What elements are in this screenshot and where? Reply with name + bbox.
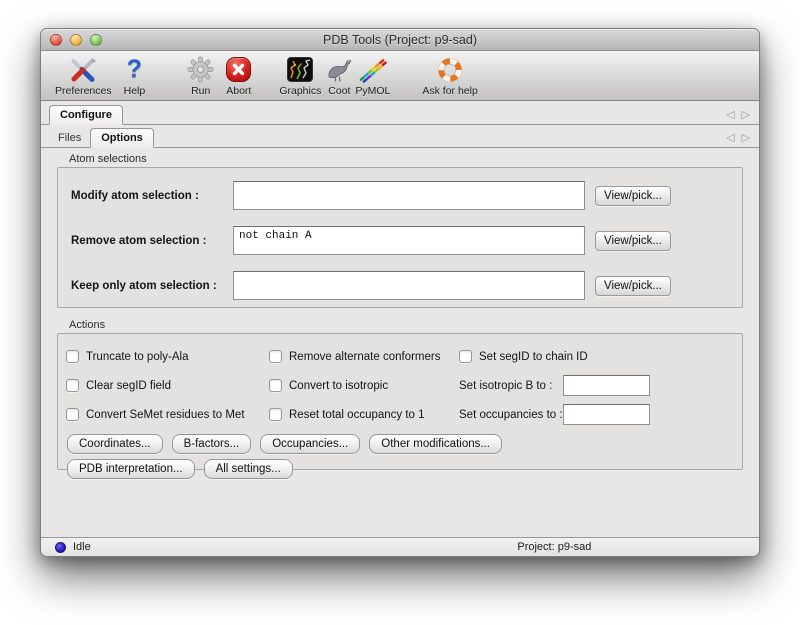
checkbox-icon[interactable] [66,408,79,421]
remove-viewpick-button[interactable]: View/pick... [595,231,671,251]
stop-x-icon [226,57,251,82]
rainbow-ribbon-icon [358,55,387,84]
actions-group-label: Actions [69,319,743,331]
set-isotropic-b-row: Set isotropic B to : [459,371,732,400]
coordinates-button[interactable]: Coordinates... [67,434,163,454]
remove-selection-row: Remove atom selection : not chain A View… [71,218,732,263]
checkbox-icon[interactable] [66,379,79,392]
atom-selections-group-label: Atom selections [69,153,743,165]
all-settings-button[interactable]: All settings... [204,459,293,479]
set-occupancies-label: Set occupancies to : [459,409,563,421]
actions-group: Truncate to poly-Ala Clear segID field C… [57,333,743,470]
checkbox-truncate-polyala[interactable]: Truncate to poly-Ala [66,342,269,371]
gear-icon [187,55,214,84]
set-occupancies-row: Set occupancies to : [459,400,732,429]
molecule-graphics-icon [287,57,313,82]
preferences-button[interactable]: Preferences [55,55,112,97]
tab-scroll-right-icon[interactable]: ▷ [742,110,750,121]
checkbox-icon[interactable] [66,350,79,363]
toolbar-item-label: Ask for help [422,85,477,97]
tab-files[interactable]: Files [49,129,90,148]
checkbox-icon[interactable] [459,350,472,363]
checkbox-convert-isotropic[interactable]: Convert to isotropic [269,371,459,400]
toolbar-item-label: Graphics [279,85,321,97]
modify-viewpick-button[interactable]: View/pick... [595,186,671,206]
checkbox-set-segid-chainid[interactable]: Set segID to chain ID [459,342,732,371]
tab-options[interactable]: Options [90,128,154,148]
tab-scroll-left-icon[interactable]: ◁ [726,110,734,121]
atom-selections-group: Modify atom selection : View/pick... Rem… [57,167,743,308]
status-indicator-icon [55,542,66,553]
other-modifications-button[interactable]: Other modifications... [369,434,502,454]
ask-for-help-button[interactable]: Ask for help [422,55,477,97]
abort-button[interactable]: Abort [226,55,251,97]
options-panel: Atom selections Modify atom selection : … [41,148,759,537]
occupancies-button[interactable]: Occupancies... [260,434,360,454]
pdb-tools-window: PDB Tools (Project: p9-sad) Preferences … [40,28,760,557]
status-bar: Idle Project: p9-sad [41,537,759,556]
pdb-interpretation-button[interactable]: PDB interpretation... [67,459,195,479]
window-title: PDB Tools (Project: p9-sad) [323,33,477,47]
set-occupancies-input[interactable] [563,404,650,425]
checkbox-reset-occupancy[interactable]: Reset total occupancy to 1 [269,400,459,429]
checkbox-remove-alternate-conformers[interactable]: Remove alternate conformers [269,342,459,371]
checkbox-convert-semet[interactable]: Convert SeMet residues to Met [66,400,269,429]
minimize-button[interactable] [70,34,82,46]
keep-only-selection-label: Keep only atom selection : [71,280,233,292]
help-button[interactable]: ? Help [124,55,146,97]
files-options-tabstrip: Files Options ◁ ▷ [41,125,759,148]
toolbar-item-label: PyMOL [355,85,390,97]
keep-only-viewpick-button[interactable]: View/pick... [595,276,671,296]
checkbox-icon[interactable] [269,350,282,363]
remove-selection-label: Remove atom selection : [71,235,233,247]
checkbox-icon[interactable] [269,379,282,392]
zoom-button[interactable] [90,34,102,46]
keep-only-selection-input[interactable] [233,271,585,300]
set-isotropic-b-input[interactable] [563,375,650,396]
remove-selection-input[interactable]: not chain A [233,226,585,255]
toolbar-item-label: Preferences [55,85,112,97]
toolbar-item-label: Help [124,85,146,97]
toolbar-item-label: Coot [328,85,350,97]
modify-selection-input[interactable] [233,181,585,210]
coot-bird-icon [325,55,353,84]
question-mark-icon: ? [127,57,142,82]
coot-button[interactable]: Coot [325,55,353,97]
set-isotropic-b-label: Set isotropic B to : [459,380,563,392]
close-button[interactable] [50,34,62,46]
tab-configure[interactable]: Configure [49,105,123,125]
configure-tabstrip: Configure ◁ ▷ [41,101,759,125]
pymol-button[interactable]: PyMOL [355,55,390,97]
modify-selection-label: Modify atom selection : [71,190,233,202]
toolbar-item-label: Abort [226,85,251,97]
run-button[interactable]: Run [187,55,214,97]
lifebuoy-icon [436,55,464,84]
toolbar-item-label: Run [191,85,210,97]
tab-scroll-right-icon[interactable]: ▷ [742,133,750,144]
b-factors-button[interactable]: B-factors... [172,434,252,454]
checkbox-icon[interactable] [269,408,282,421]
checkbox-clear-segid[interactable]: Clear segID field [66,371,269,400]
title-bar[interactable]: PDB Tools (Project: p9-sad) [41,29,759,51]
project-label: Project: p9-sad [517,541,591,553]
status-text: Idle [73,541,91,553]
keep-only-selection-row: Keep only atom selection : View/pick... [71,263,732,308]
modify-selection-row: Modify atom selection : View/pick... [71,173,732,218]
graphics-button[interactable]: Graphics [279,55,321,97]
crossed-tools-icon [69,55,97,84]
toolbar: Preferences ? Help [41,51,759,101]
tab-scroll-left-icon[interactable]: ◁ [726,133,734,144]
